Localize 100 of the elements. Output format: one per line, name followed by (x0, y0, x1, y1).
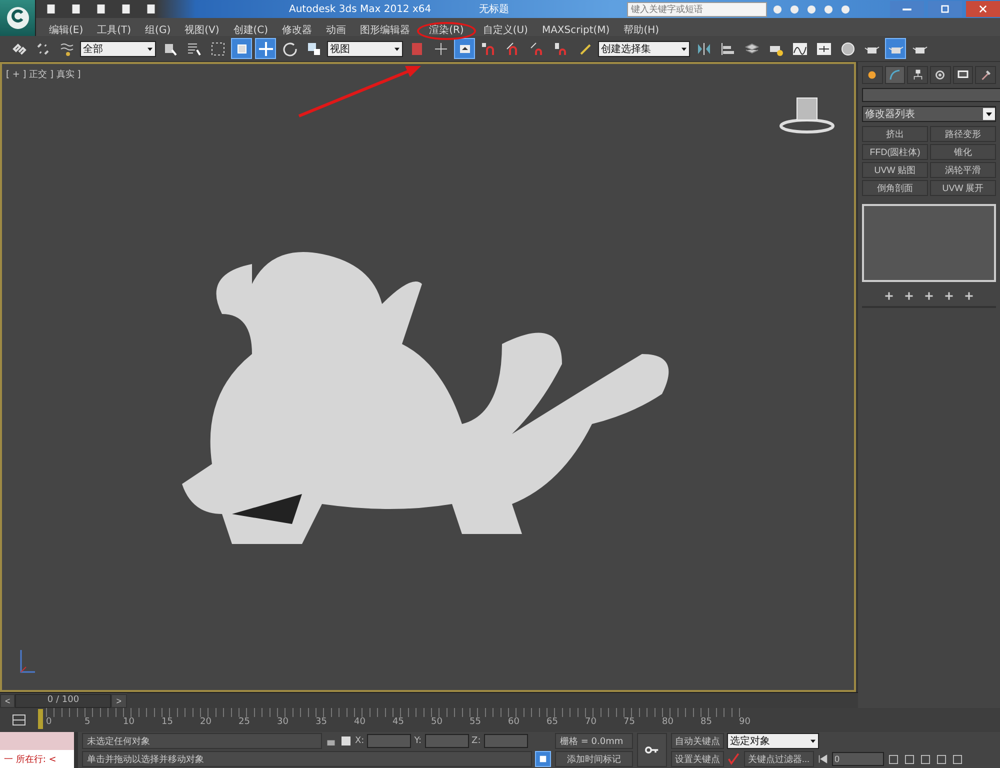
hammer-icon (980, 69, 992, 81)
document-title: 无标题 (479, 2, 510, 16)
modifier-button[interactable]: UVW 贴图 (862, 162, 928, 178)
menu-item[interactable]: 自定义(U) (476, 22, 535, 40)
menu-item[interactable]: 视图(V) (178, 22, 226, 40)
create-sun-icon (866, 69, 878, 81)
frame-number: 10 (123, 717, 136, 729)
panel-tab[interactable] (907, 66, 928, 84)
magnet-three-icon (480, 40, 496, 56)
percent-magnet-icon (528, 40, 544, 56)
macro-label: 一 所在行: < (0, 750, 74, 768)
menu-item[interactable]: 编辑(E) (42, 22, 90, 40)
auto-key-button[interactable]: 自动关键点 (671, 733, 724, 749)
modifier-list-dropdown[interactable]: 修改器列表 (862, 106, 996, 122)
maximize-icon (940, 4, 950, 14)
hierarchy-icon (912, 69, 924, 81)
frame-number: 60 (508, 717, 520, 729)
menu-item[interactable]: 修改器 (275, 22, 320, 40)
menu-item[interactable]: MAXScript(M) (534, 22, 617, 40)
move-arrows-icon (258, 40, 274, 56)
layers-icon (744, 40, 760, 56)
close-icon (978, 4, 988, 14)
selection-status: 未选定任何对象 (82, 733, 322, 749)
panel-tab[interactable] (884, 66, 906, 84)
y-coordinate-field[interactable] (424, 734, 469, 748)
modifier-button[interactable]: 路径变形 (930, 126, 996, 142)
monitor-icon (957, 69, 970, 81)
go-to-start-icon (816, 753, 829, 765)
current-frame-field[interactable]: 0 (832, 752, 884, 766)
frame-number: 15 (162, 717, 174, 729)
axis-gizmo-icon (18, 648, 38, 676)
close-button[interactable] (966, 1, 1000, 17)
toolbar-dropdown[interactable]: 创建选择集 (598, 40, 690, 56)
frame-number: 35 (316, 717, 328, 729)
set-key-mode-button[interactable]: 设置关键点 (671, 751, 724, 767)
y-label: Y: (414, 736, 422, 746)
panel-tab[interactable] (862, 66, 883, 84)
modifier-button[interactable]: 涡轮平滑 (930, 162, 996, 178)
align-icon (720, 40, 736, 56)
toolbar-dropdown[interactable]: 全部 (80, 40, 156, 56)
menu-item[interactable]: 帮助(H) (616, 22, 666, 40)
app-logo-icon[interactable] (0, 0, 36, 36)
time-slider-thumb[interactable]: < 0 / 100 > (0, 692, 127, 708)
macro-recorder-field[interactable] (0, 732, 74, 750)
frame-number: 55 (470, 717, 482, 729)
modifier-button[interactable]: 挤出 (862, 126, 928, 142)
frame-number: 30 (277, 717, 290, 729)
frame-number: 50 (431, 717, 444, 729)
frame-number: 25 (238, 717, 251, 729)
panel-tab[interactable] (952, 66, 974, 84)
menu-item[interactable]: 图形编辑器 (353, 22, 418, 40)
modifier-button[interactable]: UVW 展开 (930, 180, 996, 196)
frame-counter: 0 / 100 (15, 694, 112, 708)
add-time-tag-button[interactable]: 添加时间标记 (555, 751, 633, 767)
time-tag-toggle[interactable] (535, 751, 551, 767)
prompt-text: 单击并拖动以选择并移动对象 (82, 751, 532, 767)
modifier-stack[interactable] (862, 204, 996, 282)
sphere-grid-icon (840, 40, 856, 56)
next-frame-button[interactable]: > (111, 694, 127, 708)
minimize-button[interactable] (890, 1, 924, 17)
graph-icon (792, 40, 808, 56)
modify-curve-icon (889, 69, 901, 81)
frame-number: 45 (392, 717, 405, 729)
viewport[interactable]: [ + ] 正交 ] 真实 ] (0, 62, 856, 692)
modifier-button[interactable]: FFD(圆柱体) (862, 144, 928, 160)
menu-item[interactable]: 组(G) (138, 22, 178, 40)
key-mode-dropdown[interactable]: 选定对象 (727, 733, 819, 749)
x-coordinate-field[interactable] (367, 734, 412, 748)
object-name-field[interactable] (862, 88, 1000, 102)
menu-item[interactable]: 动画 (319, 22, 354, 40)
set-key-button[interactable] (637, 733, 667, 767)
viewport-label[interactable]: [ + ] 正交 ] 真实 ] (6, 68, 81, 81)
key-filters-button[interactable]: 关键点过滤器... (744, 751, 814, 767)
panel-tab[interactable] (975, 66, 996, 84)
toolbar-dropdown[interactable]: 视图 (327, 40, 403, 56)
rotate-icon (282, 40, 298, 56)
mirror-icon (696, 40, 712, 56)
time-marker[interactable] (38, 709, 43, 729)
frame-number: 65 (546, 717, 559, 729)
frame-number: 40 (354, 717, 366, 729)
frame-number: 20 (200, 717, 212, 729)
frame-number: 0 (46, 717, 53, 729)
menu-item[interactable]: 工具(T) (90, 22, 138, 40)
modifier-button[interactable]: 倒角剖面 (862, 180, 928, 196)
z-coordinate-field[interactable] (484, 734, 528, 748)
cross-icon (432, 40, 448, 56)
frame-number: 85 (700, 717, 713, 729)
square-icon (538, 754, 548, 764)
panel-tab[interactable] (930, 66, 951, 84)
minimize-icon (902, 8, 912, 10)
modifier-button[interactable]: 锥化 (930, 144, 996, 160)
maximize-button[interactable] (928, 1, 962, 17)
broken-chain-icon (34, 40, 50, 56)
dashed-rectangle-icon (210, 40, 226, 56)
window-title: Autodesk 3ds Max 2012 x64 (289, 4, 432, 14)
menu-item[interactable]: 创建(C) (226, 22, 276, 40)
search-field[interactable]: 键入关键字或短语 (627, 2, 767, 16)
frame-number: 5 (84, 717, 92, 729)
previous-frame-button[interactable]: < (0, 694, 16, 708)
scale-icon (306, 40, 322, 56)
